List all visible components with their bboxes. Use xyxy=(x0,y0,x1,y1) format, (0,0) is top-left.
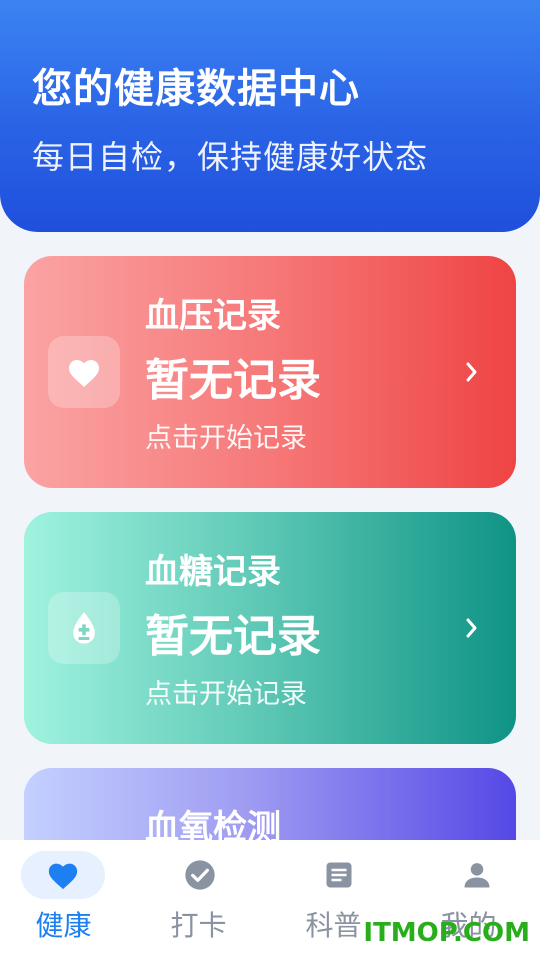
blood-pressure-label: 血压记录 xyxy=(145,296,281,336)
blood-glucose-card[interactable]: 血糖记录 暂无记录 点击开始记录 xyxy=(24,512,516,744)
check-circle-icon xyxy=(183,858,217,892)
page-title: 您的健康数据中心 xyxy=(32,66,360,112)
person-icon xyxy=(460,858,494,892)
blood-glucose-label: 血糖记录 xyxy=(145,552,281,592)
blood-pressure-value: 暂无记录 xyxy=(145,355,321,406)
nav-item-checkin[interactable]: 打卡 xyxy=(135,840,270,960)
nav-label: 打卡 xyxy=(170,909,227,942)
nav-item-health[interactable]: 健康 xyxy=(0,840,135,960)
blood-pressure-hint: 点击开始记录 xyxy=(145,423,307,454)
chevron-right-icon xyxy=(460,614,484,642)
watermark: ITMOP.COM xyxy=(363,918,530,948)
heart-icon xyxy=(46,858,80,892)
heart-icon xyxy=(69,360,99,387)
page-subtitle: 每日自检，保持健康好状态 xyxy=(32,138,429,176)
nav-label: 健康 xyxy=(35,909,92,942)
blood-glucose-hint: 点击开始记录 xyxy=(145,679,307,710)
header-banner: 您的健康数据中心 每日自检，保持健康好状态 xyxy=(0,0,540,232)
card-icon-box xyxy=(48,336,120,408)
card-icon-box xyxy=(48,592,120,664)
blood-glucose-value: 暂无记录 xyxy=(145,611,321,662)
blood-drop-icon xyxy=(73,612,95,644)
blood-pressure-card[interactable]: 血压记录 暂无记录 点击开始记录 xyxy=(24,256,516,488)
chevron-right-icon xyxy=(460,358,484,386)
article-icon xyxy=(322,858,356,892)
